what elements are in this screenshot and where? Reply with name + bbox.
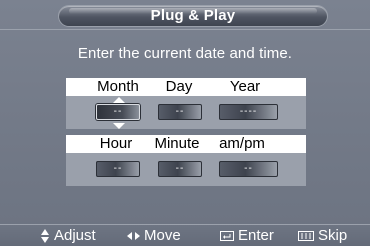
instruction-text: Enter the current date and time. [77,45,293,62]
ampm-field[interactable]: -- [219,161,278,177]
left-right-arrows-icon [127,231,140,241]
decrease-arrow-icon[interactable] [113,123,125,129]
skip-icon [298,231,314,241]
ampm-label: am/pm [219,135,265,152]
up-down-arrows-icon [41,229,50,243]
enter-hint: Enter [220,227,274,245]
title-divider [0,29,370,30]
move-hint: Move [127,227,181,245]
title-bar: Plug & Play [0,0,370,29]
minute-label: Minute [154,135,200,152]
hour-field[interactable]: -- [96,161,140,177]
minute-field[interactable]: -- [158,161,202,177]
year-field[interactable]: ---- [219,104,278,120]
month-label: Month [97,78,139,95]
increase-arrow-icon[interactable] [113,97,125,103]
enter-label: Enter [238,227,274,244]
skip-hint: Skip [298,227,347,245]
hour-label: Hour [99,135,133,152]
day-field[interactable]: -- [158,104,202,120]
adjust-label: Adjust [54,227,96,244]
page-title: Plug & Play [150,7,236,24]
day-label: Day [165,78,193,95]
month-field[interactable]: -- [96,104,140,120]
year-label: Year [229,78,261,95]
enter-icon [220,231,234,241]
plug-and-play-screen: Plug & Play Enter the current date and t… [0,0,370,246]
adjust-hint: Adjust [41,227,96,245]
skip-label: Skip [318,227,348,244]
move-label: Move [144,227,181,244]
